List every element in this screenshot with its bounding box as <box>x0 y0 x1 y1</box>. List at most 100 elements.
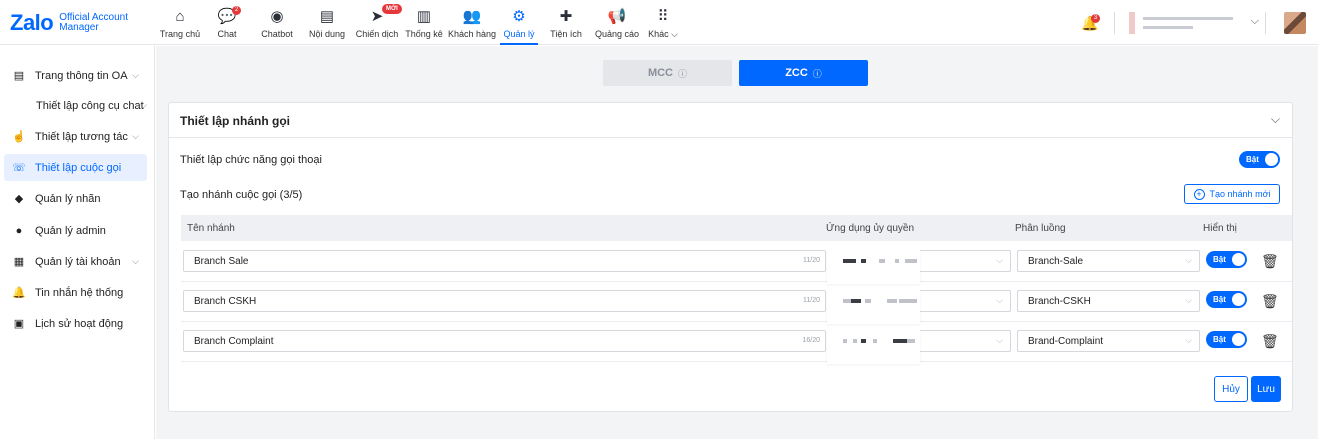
blurred-app-name <box>843 339 923 343</box>
sidebar-item-thiet-lap-cong-cu-chat[interactable]: Thiết lập công cụ chat ⌵ <box>4 92 147 119</box>
sidebar-item-label: Thiết lập tương tác <box>35 130 128 143</box>
routing-select[interactable]: Branch-Sale ⌵ <box>1017 250 1200 272</box>
admin-icon: ● <box>15 224 23 237</box>
display-toggle[interactable]: Bật <box>1206 331 1247 348</box>
voice-call-setting-label: Thiết lập chức năng gọi thoại <box>180 154 322 166</box>
char-counter: 11/20 <box>803 257 820 264</box>
nav-khac-label: Khác <box>648 29 669 39</box>
nav-chat[interactable]: 💬 2 Chat <box>202 0 252 45</box>
sidebar-item-thiet-lap-tuong-tac[interactable]: ☝ Thiết lập tương tác ⌵ <box>4 123 147 150</box>
toggle-label: Bật <box>1246 155 1259 164</box>
sidebar-item-trang-thong-tin-oa[interactable]: ▤ Trang thông tin OA ⌵ <box>4 62 147 89</box>
card-header[interactable]: Thiết lập nhánh gọi ⌵ <box>169 103 1292 138</box>
nav-noi-dung[interactable]: ▤ Nội dung <box>302 0 352 45</box>
char-counter: 11/20 <box>803 297 820 304</box>
table-row: Branch Complaint 16/20 ⌵ Brand-Complaint… <box>181 322 1292 364</box>
plus-circle-icon: + <box>1193 188 1205 200</box>
trash-icon[interactable]: 🗑 <box>1261 253 1279 269</box>
account-blurred-logo <box>1129 11 1135 34</box>
divider <box>1265 11 1266 34</box>
chevron-down-icon: ⌵ <box>140 100 147 110</box>
nav-label: Nội dung <box>308 29 346 39</box>
routing-value: Brand-Complaint <box>1028 336 1104 347</box>
sidebar: ▤ Trang thông tin OA ⌵ Thiết lập công cụ… <box>0 46 155 439</box>
sidebar-item-label: Trang thông tin OA <box>35 69 128 82</box>
save-button[interactable]: Lưu <box>1251 376 1281 402</box>
nav-khach-hang[interactable]: 👥 Khách hàng <box>446 0 498 45</box>
display-toggle[interactable]: Bật <box>1206 291 1247 308</box>
nav-chien-dich[interactable]: ➤ MỚI Chiến dịch <box>352 0 402 45</box>
nav-chatbot[interactable]: ◉ Chatbot <box>252 0 302 45</box>
nav-label: Quản lý <box>503 29 535 39</box>
display-toggle[interactable]: Bật <box>1206 251 1247 268</box>
column-branch-name: Tên nhánh <box>187 223 235 234</box>
sidebar-item-thiet-lap-cuoc-goi[interactable]: ☏ Thiết lập cuộc gọi <box>4 154 147 181</box>
chevron-up-icon[interactable]: ⌵ <box>1271 112 1280 127</box>
routing-select[interactable]: Branch-CSKH ⌵ <box>1017 290 1200 312</box>
sidebar-item-tin-nhan-he-thong[interactable]: 🔔 Tin nhắn hệ thống <box>4 279 147 306</box>
routing-select[interactable]: Brand-Complaint ⌵ <box>1017 330 1200 352</box>
chevron-down-icon: ⌵ <box>1250 14 1259 27</box>
tab-zcc-label: ZCC <box>785 67 808 79</box>
tab-mcc-label: MCC <box>647 67 674 79</box>
nav-label: Trang chủ <box>159 29 201 39</box>
voice-call-toggle[interactable]: Bật <box>1239 151 1280 168</box>
nav-label: Quảng cáo <box>594 29 640 39</box>
divider <box>1114 11 1115 34</box>
authorized-app-value-blurred <box>827 290 920 324</box>
trash-icon[interactable]: 🗑 <box>1261 333 1279 349</box>
nav-label: Thống kê <box>405 29 443 39</box>
sidebar-item-lich-su-hoat-dong[interactable]: ▣ Lịch sử hoạt động <box>4 310 147 337</box>
tab-zcc[interactable]: ZCC ⓘ <box>739 60 868 86</box>
account-name-blurred <box>1143 16 1233 20</box>
tab-mcc[interactable]: MCC ⓘ <box>603 60 732 86</box>
branch-name-input[interactable]: Branch Complaint 16/20 <box>183 330 826 352</box>
authorized-app-value-blurred <box>827 250 920 284</box>
phone-icon: ☏ <box>12 162 26 174</box>
blurred-app-name <box>843 299 923 303</box>
nav-quan-ly[interactable]: ⚙ Quản lý <box>498 0 540 45</box>
logo-subtitle: Official Account Manager <box>59 13 128 33</box>
chevron-down-icon: ⌵ <box>1185 335 1192 345</box>
sidebar-item-quan-ly-nhan[interactable]: ◆ Quản lý nhãn <box>4 185 147 212</box>
column-routing: Phân luồng <box>1015 223 1066 234</box>
bell-icon: 🔔 <box>12 287 26 299</box>
sidebar-item-quan-ly-admin[interactable]: ● Quản lý admin <box>4 217 147 244</box>
avatar[interactable] <box>1284 11 1306 34</box>
history-icon: ▣ <box>13 318 25 330</box>
document-icon: ▤ <box>13 70 25 82</box>
nav-label: Khác ⌵ <box>648 29 678 40</box>
toggle-label: Bật <box>1213 255 1226 264</box>
trash-icon[interactable]: 🗑 <box>1261 293 1279 309</box>
chat-badge: 2 <box>232 6 241 15</box>
toggle-knob <box>1232 293 1245 306</box>
nav-quang-cao[interactable]: 📢 Quảng cáo <box>592 0 642 45</box>
sidebar-item-label: Lịch sử hoạt động <box>35 317 124 330</box>
sidebar-item-quan-ly-tai-khoan[interactable]: ▦ Quản lý tài khoản ⌵ <box>4 248 147 275</box>
users-icon: 👥 <box>462 8 482 25</box>
branch-name-input[interactable]: Branch Sale 11/20 <box>183 250 826 272</box>
card-title: Thiết lập nhánh gọi <box>180 114 290 128</box>
toggle-knob <box>1232 333 1245 346</box>
sidebar-item-label: Tin nhắn hệ thống <box>35 286 124 299</box>
nav-trang-chu[interactable]: ⌂ Trang chủ <box>158 0 202 45</box>
account-switcher[interactable]: ⌵ <box>1129 11 1259 34</box>
chevron-down-icon: ⌵ <box>996 335 1003 345</box>
nav-thong-ke[interactable]: ▥ Thống kê <box>402 0 446 45</box>
sidebar-item-label: Thiết lập công cụ chat <box>36 99 144 112</box>
column-display: Hiển thị <box>1203 223 1237 234</box>
create-branch-button[interactable]: + Tạo nhánh mới <box>1184 184 1280 204</box>
table-row: Branch CSKH 11/20 ⌵ Branch-CSKH ⌵ Bật 🗑 <box>181 282 1292 324</box>
table-row: Branch Sale 11/20 ⌵ Branch-Sale ⌵ Bật 🗑 <box>181 242 1292 284</box>
chevron-down-icon: ⌵ <box>1185 295 1192 305</box>
zalo-oa-logo[interactable]: Zalo Official Account Manager <box>10 10 128 36</box>
main-content: MCC ⓘ ZCC ⓘ Thiết lập nhánh gọi ⌵ Thiết lậ… <box>156 46 1318 439</box>
toggle-label: Bật <box>1213 335 1226 344</box>
notification-bell-icon[interactable]: 🔔 3 <box>1080 13 1100 33</box>
nav-khac[interactable]: ⠿ Khác ⌵ <box>642 0 684 45</box>
sidebar-item-label: Quản lý tài khoản <box>35 255 121 268</box>
branch-name-input[interactable]: Branch CSKH 11/20 <box>183 290 826 312</box>
cancel-button[interactable]: Hủy <box>1214 376 1248 402</box>
routing-value: Branch-CSKH <box>1028 296 1091 307</box>
nav-tien-ich[interactable]: ✚ Tiện ích <box>540 0 592 45</box>
